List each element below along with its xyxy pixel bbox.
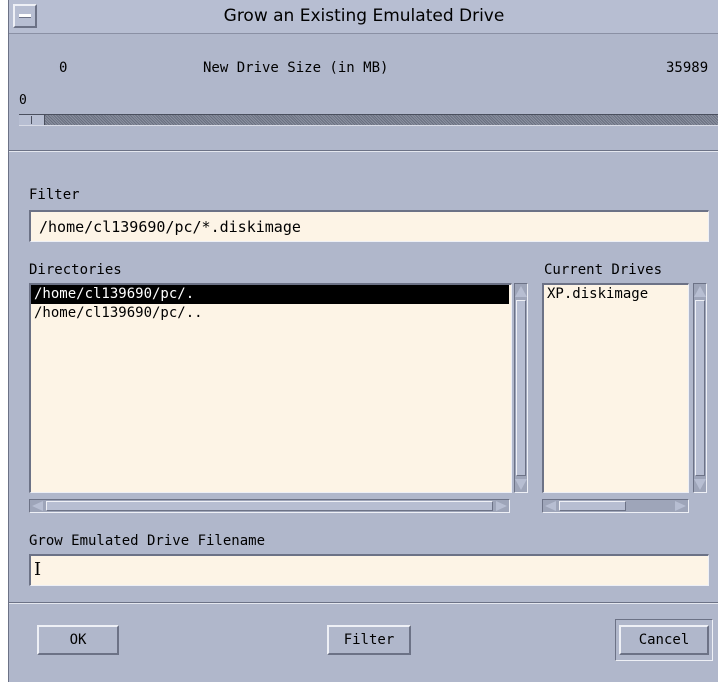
drives-hscroll-thumb[interactable] xyxy=(559,501,626,511)
filter-input[interactable]: /home/cl139690/pc/*.diskimage xyxy=(29,210,709,242)
scale-current-value: 0 xyxy=(19,93,27,108)
filename-label: Grow Emulated Drive Filename xyxy=(29,533,266,549)
scroll-right-arrow-icon[interactable] xyxy=(675,501,686,511)
directories-hscroll[interactable] xyxy=(29,499,510,513)
directory-item-label: /home/cl139690/pc/. xyxy=(34,286,195,302)
scroll-left-arrow-icon[interactable] xyxy=(545,501,556,511)
directories-vscroll-thumb[interactable] xyxy=(516,300,526,476)
directory-item[interactable]: /home/cl139690/pc/. xyxy=(31,285,509,304)
filename-input[interactable]: I xyxy=(29,554,709,586)
scroll-right-arrow-icon[interactable] xyxy=(496,501,507,511)
cancel-button[interactable]: Cancel xyxy=(619,625,709,655)
text-cursor-icon: I xyxy=(34,559,42,580)
drive-size-slider[interactable] xyxy=(19,114,718,126)
separator-top xyxy=(9,150,718,152)
scale-max-label: 35989 xyxy=(666,60,709,76)
scroll-down-arrow-icon[interactable] xyxy=(515,479,527,490)
drive-item-label: XP.diskimage xyxy=(547,286,649,302)
drives-label: Current Drives xyxy=(544,262,663,278)
drives-list[interactable]: XP.diskimage xyxy=(542,283,689,493)
scroll-up-arrow-icon[interactable] xyxy=(694,286,706,297)
title-bar[interactable]: Grow an Existing Emulated Drive xyxy=(9,0,718,34)
scale-min-label: 0 xyxy=(59,60,68,76)
scroll-left-arrow-icon[interactable] xyxy=(32,501,43,511)
scroll-up-arrow-icon[interactable] xyxy=(515,286,527,297)
filter-input-text: /home/cl139690/pc/*.diskimage xyxy=(39,218,301,236)
drives-vscroll[interactable] xyxy=(693,283,707,493)
grow-drive-dialog: Grow an Existing Emulated Drive 0 New Dr… xyxy=(8,0,718,682)
directories-vscroll[interactable] xyxy=(514,283,528,493)
drives-hscroll[interactable] xyxy=(542,499,689,513)
slider-thumb[interactable] xyxy=(19,115,45,125)
dialog-title: Grow an Existing Emulated Drive xyxy=(223,6,505,26)
directory-item-label: /home/cl139690/pc/.. xyxy=(34,305,203,321)
slider-grip-icon xyxy=(31,116,32,124)
directories-hscroll-thumb[interactable] xyxy=(46,501,493,511)
directory-item[interactable]: /home/cl139690/pc/.. xyxy=(31,304,511,323)
drives-vscroll-thumb[interactable] xyxy=(695,300,705,476)
scroll-down-arrow-icon[interactable] xyxy=(694,479,706,490)
directories-label: Directories xyxy=(29,262,122,278)
scale-caption: New Drive Size (in MB) xyxy=(203,60,389,76)
separator-bottom xyxy=(9,602,718,604)
filter-label: Filter xyxy=(29,187,80,203)
drive-item[interactable]: XP.diskimage xyxy=(544,285,688,304)
ok-button[interactable]: OK xyxy=(37,625,119,655)
filter-button[interactable]: Filter xyxy=(327,625,411,655)
directories-list[interactable]: /home/cl139690/pc/. /home/cl139690/pc/.. xyxy=(29,283,512,493)
